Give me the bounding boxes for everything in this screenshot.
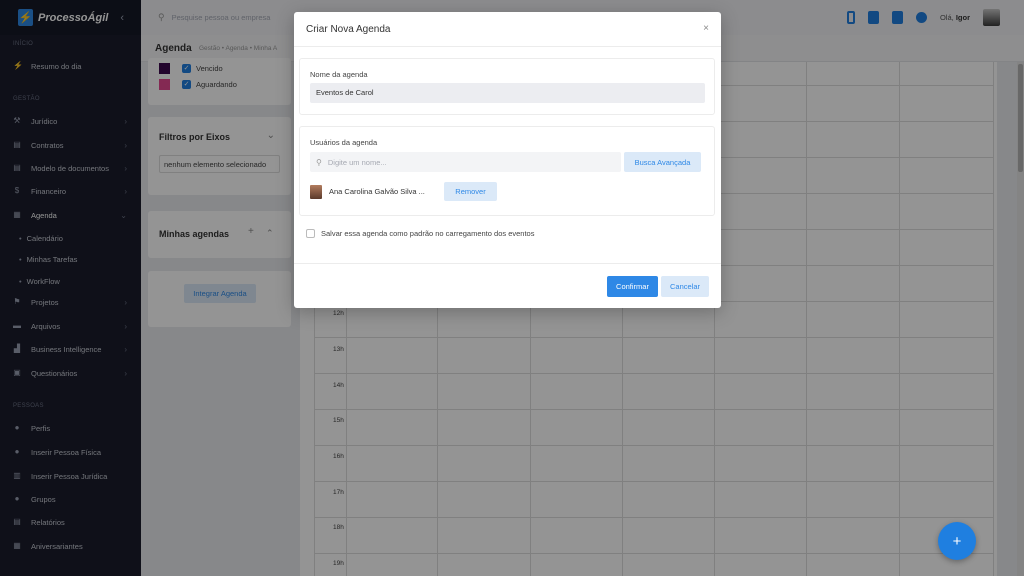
avatar: [310, 184, 322, 199]
advanced-search-button[interactable]: Busca Avançada: [624, 152, 701, 172]
create-agenda-modal: Criar Nova Agenda × Nome da agenda Event…: [294, 12, 721, 308]
agenda-name-card: Nome da agenda Eventos de Carol: [299, 58, 715, 115]
agenda-name-label: Nome da agenda: [310, 70, 368, 79]
divider: [294, 263, 721, 264]
save-default-option[interactable]: Salvar essa agenda como padrão no carreg…: [306, 229, 534, 238]
user-search-placeholder: Digite um nome...: [327, 157, 387, 167]
save-default-label: Salvar essa agenda como padrão no carreg…: [321, 229, 535, 238]
cancel-button[interactable]: Cancelar: [661, 276, 709, 297]
save-default-checkbox[interactable]: [306, 229, 315, 238]
agenda-users-label: Usuários da agenda: [310, 138, 378, 147]
close-icon[interactable]: ×: [703, 23, 709, 34]
user-name: Ana Carolina Galvão Silva ...: [329, 187, 425, 196]
agenda-name-input[interactable]: Eventos de Carol: [310, 83, 705, 103]
search-icon: ⚲: [316, 157, 322, 167]
confirm-button[interactable]: Confirmar: [607, 276, 658, 297]
remove-user-button[interactable]: Remover: [444, 182, 497, 201]
user-search-input[interactable]: ⚲ Digite um nome...: [310, 152, 621, 172]
add-event-fab[interactable]: +: [938, 522, 976, 560]
agenda-users-card: Usuários da agenda ⚲ Digite um nome... B…: [299, 126, 715, 216]
modal-title: Criar Nova Agenda: [306, 24, 391, 35]
divider: [294, 46, 721, 47]
list-item: Ana Carolina Galvão Silva ... Remover: [310, 182, 497, 201]
